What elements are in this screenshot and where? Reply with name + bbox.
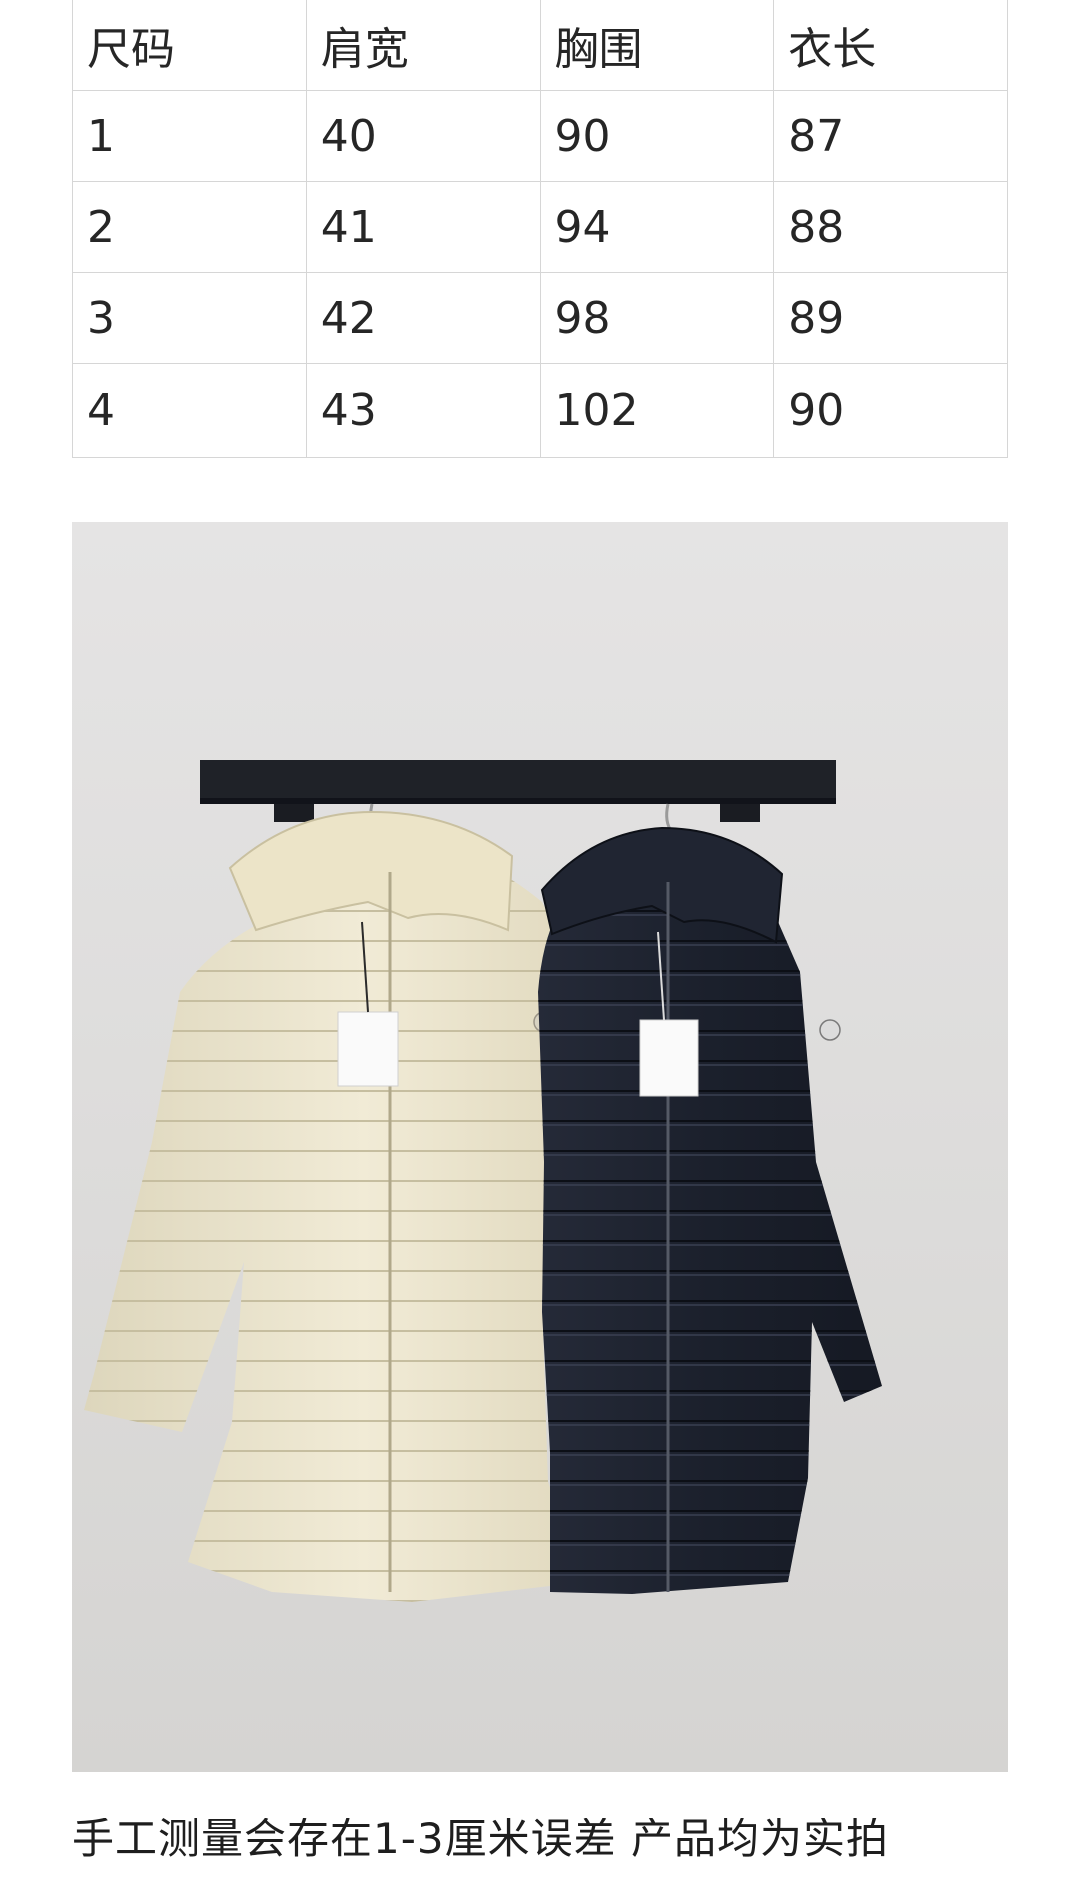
table-cell: 1 [72, 90, 307, 182]
table-cell: 41 [305, 181, 541, 273]
table-cell: 43 [305, 363, 541, 458]
header-cell-size: 尺码 [72, 0, 307, 91]
table-cell: 102 [539, 363, 775, 458]
jackets-illustration [72, 522, 1008, 1772]
header-cell-length: 衣长 [773, 0, 1008, 91]
header-cell-chest: 胸围 [539, 0, 775, 91]
size-chart-table: 尺码 肩宽 胸围 衣长 1 40 90 87 2 41 94 88 3 42 9… [72, 0, 1008, 458]
table-row: 4 43 102 90 [72, 363, 1008, 458]
product-photo[interactable] [72, 522, 1008, 1772]
table-cell: 87 [773, 90, 1008, 182]
table-cell: 42 [305, 272, 541, 364]
table-row: 2 41 94 88 [72, 181, 1008, 273]
table-cell: 89 [773, 272, 1008, 364]
table-cell: 98 [539, 272, 775, 364]
table-cell: 4 [72, 363, 307, 458]
table-cell: 2 [72, 181, 307, 273]
table-cell: 90 [773, 363, 1008, 458]
measurement-note: 手工测量会存在1-3厘米误差 产品均为实拍 [72, 1818, 889, 1863]
table-row: 3 42 98 89 [72, 272, 1008, 364]
table-cell: 88 [773, 181, 1008, 273]
header-cell-shoulder: 肩宽 [305, 0, 541, 91]
table-cell: 90 [539, 90, 775, 182]
table-cell: 94 [539, 181, 775, 273]
table-row: 1 40 90 87 [72, 90, 1008, 182]
table-cell: 40 [305, 90, 541, 182]
table-cell: 3 [72, 272, 307, 364]
table-header-row: 尺码 肩宽 胸围 衣长 [72, 0, 1008, 91]
